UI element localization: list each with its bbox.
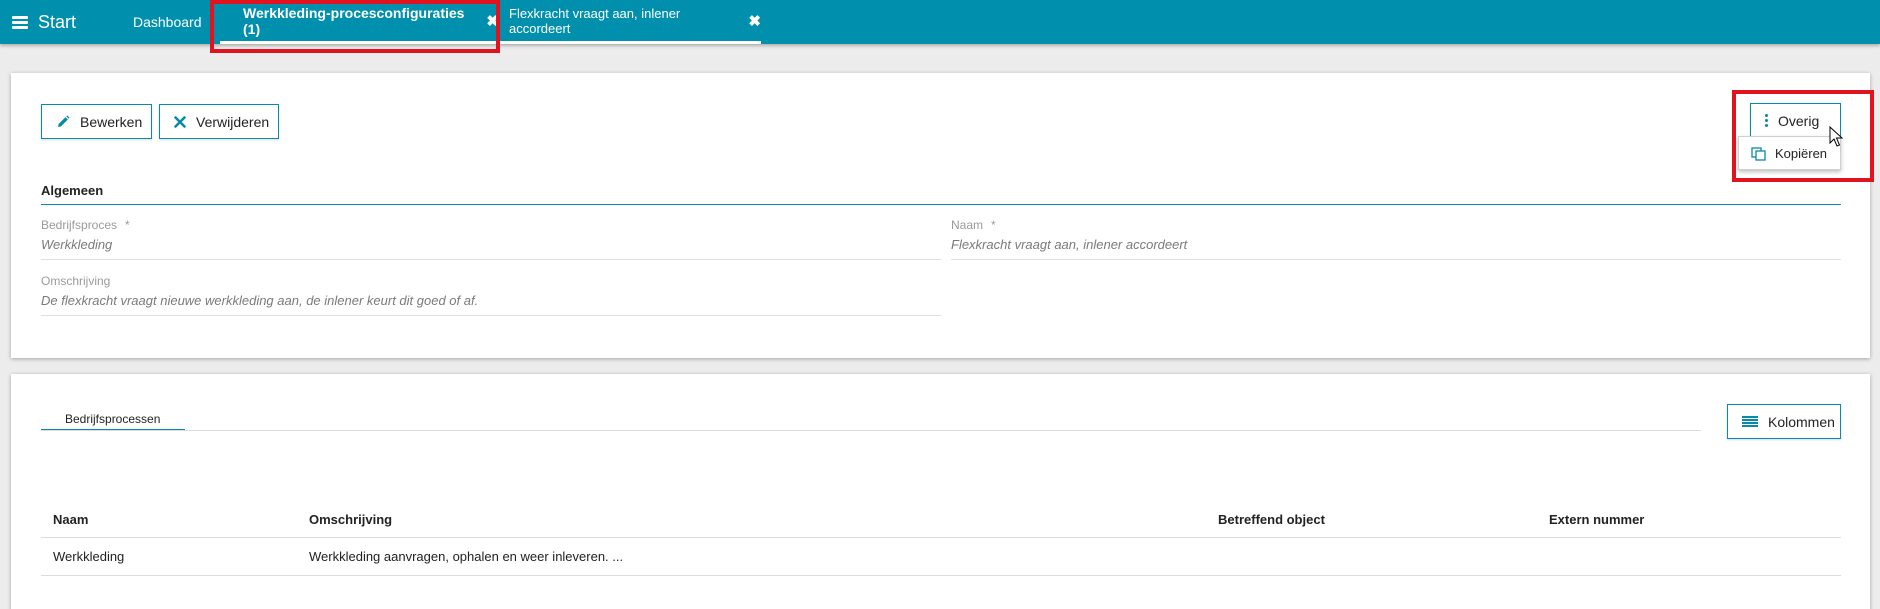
tab-label: Flexkracht vraagt aan, inlener accordeer… xyxy=(509,5,681,36)
column-header-extern-nummer[interactable]: Extern nummer xyxy=(1549,512,1644,527)
section-title-algemeen: Algemeen xyxy=(41,183,104,198)
copy-label: Kopiëren xyxy=(1775,145,1828,161)
field-label: Omschrijving xyxy=(41,274,111,288)
close-icon[interactable]: ✖ xyxy=(748,12,761,30)
edit-button-label: Bewerken xyxy=(80,113,143,130)
required-marker: * xyxy=(125,218,130,232)
details-card: Bewerken Verwijderen Overig Kopiëren Alg… xyxy=(11,73,1874,358)
tab-werkkleding-procesconfiguraties[interactable]: Werkkleding-procesconfiguraties (1) ✖ xyxy=(220,0,499,44)
delete-button-label: Verwijderen xyxy=(196,113,270,130)
vertical-dots-icon xyxy=(1765,114,1768,127)
tab-label: Werkkleding-procesconfiguraties (1) xyxy=(243,4,465,37)
start-label: Start xyxy=(38,11,77,32)
header-divider xyxy=(41,537,1841,538)
close-icon[interactable]: ✖ xyxy=(486,12,499,30)
field-bedrijfsproces: Bedrijfsproces * Werkkleding xyxy=(41,218,941,260)
cell-naam: Werkkleding xyxy=(53,549,125,564)
cell-omschrijving: Werkkleding aanvragen, ophalen en weer i… xyxy=(309,549,624,564)
mouse-cursor-icon xyxy=(1829,126,1843,147)
tab-label: Dashboard xyxy=(133,14,202,30)
columns-button-label: Kolommen xyxy=(1768,413,1835,430)
list-icon xyxy=(1742,415,1758,428)
field-label: Naam * xyxy=(951,218,996,232)
tab-flexkracht-vraagt-aan[interactable]: Flexkracht vraagt aan, inlener accordeer… xyxy=(499,0,761,44)
field-omschrijving: Omschrijving De flexkracht vraagt nieuwe… xyxy=(41,274,941,316)
field-label: Bedrijfsproces * xyxy=(41,218,130,232)
column-header-omschrijving[interactable]: Omschrijving xyxy=(309,512,392,527)
tab-bedrijfsprocessen[interactable]: Bedrijfsprocessen xyxy=(41,412,184,429)
row-divider xyxy=(41,575,1841,576)
field-value: De flexkracht vraagt nieuwe werkkleding … xyxy=(41,293,479,308)
tab-divider xyxy=(41,430,1701,431)
field-naam: Naam * Flexkracht vraagt aan, inlener acc… xyxy=(951,218,1841,260)
menu-item-copy[interactable]: Kopiëren xyxy=(1738,136,1841,170)
edit-button[interactable]: Bewerken xyxy=(41,104,152,139)
top-navigation-bar: Start Dashboard Werkkleding-procesconfig… xyxy=(0,0,1880,44)
required-marker: * xyxy=(991,218,996,232)
section-divider xyxy=(41,204,1841,205)
column-header-betreffend-object[interactable]: Betreffend object xyxy=(1218,512,1325,527)
delete-button[interactable]: Verwijderen xyxy=(159,104,279,139)
field-value: Werkkleding xyxy=(41,237,113,252)
more-options-button[interactable]: Overig xyxy=(1750,103,1841,138)
close-x-icon xyxy=(174,115,186,128)
hamburger-menu-icon xyxy=(12,15,28,29)
tab-dashboard[interactable]: Dashboard xyxy=(133,0,202,44)
start-menu-button[interactable]: Start xyxy=(12,10,76,34)
column-header-naam[interactable]: Naam xyxy=(53,512,88,527)
more-options-label: Overig xyxy=(1778,112,1820,129)
pencil-icon xyxy=(56,114,70,129)
copy-icon xyxy=(1751,147,1766,161)
columns-button[interactable]: Kolommen xyxy=(1727,404,1841,439)
field-value: Flexkracht vraagt aan, inlener accordeer… xyxy=(951,237,1188,252)
bedrijfsprocessen-card: Bedrijfsprocessen Kolommen Naam Omschrij… xyxy=(11,374,1870,609)
